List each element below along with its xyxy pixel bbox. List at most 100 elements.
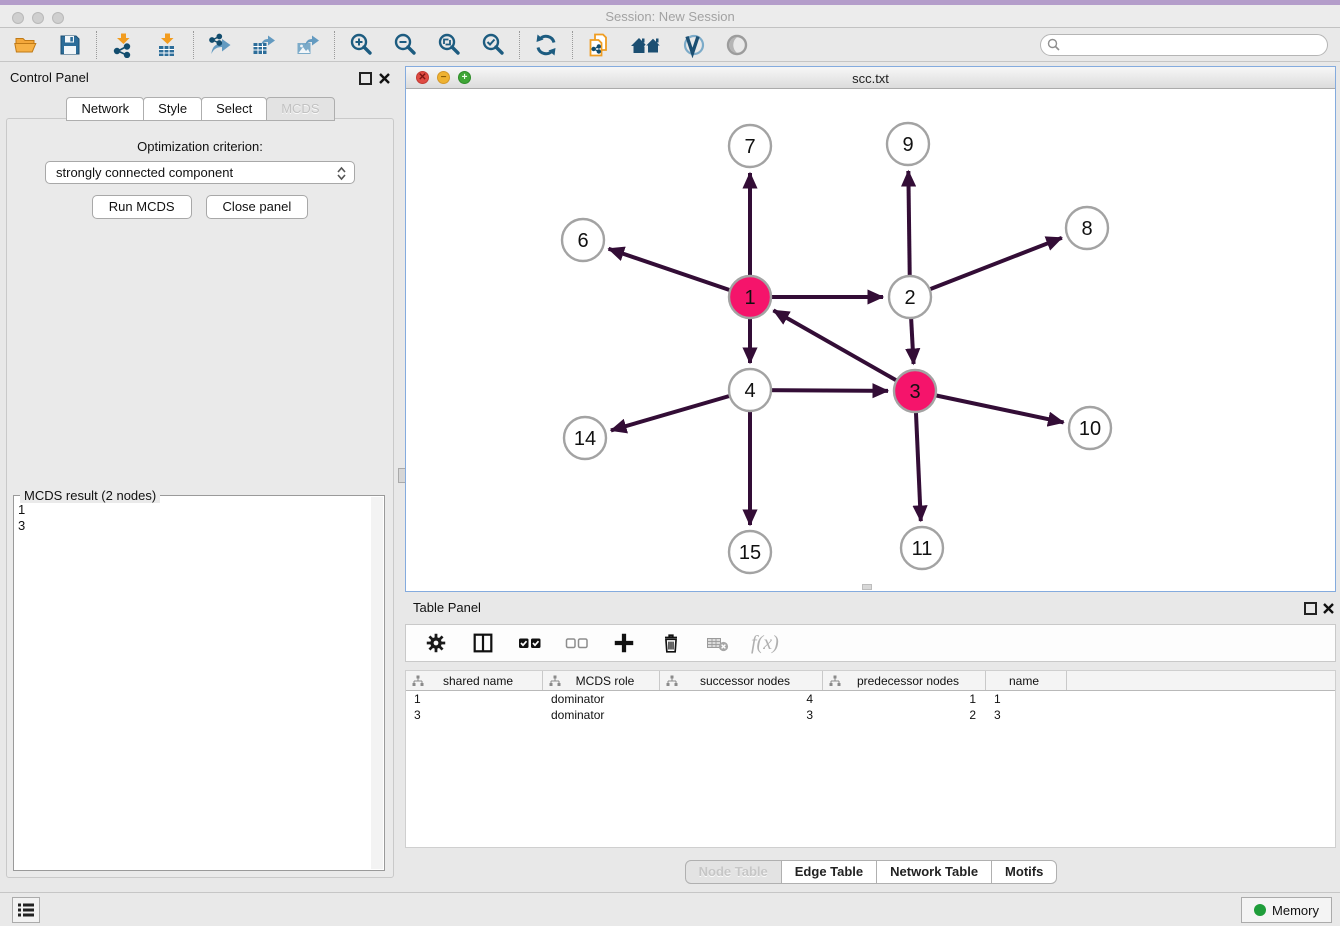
delete-column-icon[interactable] [657, 629, 685, 657]
graph-node-label-11: 11 [912, 538, 933, 560]
zoom-out-icon[interactable] [391, 31, 419, 59]
table-settings-gear-icon[interactable] [422, 629, 450, 657]
tab-mcds[interactable]: MCDS [266, 97, 334, 121]
network-window: ✕ − + scc.txt 1234678910111415 [405, 66, 1336, 592]
memory-button[interactable]: Memory [1241, 897, 1332, 923]
table-cell: 3 [986, 707, 1067, 723]
column-tree-icon [829, 675, 841, 687]
table-cell: 1 [986, 691, 1067, 707]
table-cell: 4 [660, 691, 823, 707]
zoom-in-icon[interactable] [347, 31, 375, 59]
toolbar-separator [519, 31, 520, 59]
first-neighbors-icon[interactable] [629, 31, 663, 59]
table-panel-float-icon[interactable] [1304, 602, 1317, 615]
graph-node-label-15: 15 [739, 542, 761, 564]
mcds-result-text[interactable]: 13 [18, 502, 25, 534]
vizmapper-icon[interactable] [679, 31, 707, 59]
table-cell: dominator [543, 691, 660, 707]
column-header-label: predecessor nodes [841, 674, 985, 688]
tab-network-table[interactable]: Network Table [876, 860, 992, 884]
column-header-predecessor-nodes[interactable]: predecessor nodes [823, 671, 986, 690]
search-icon [1047, 38, 1061, 52]
table-cell: 1 [823, 691, 986, 707]
tab-node-table[interactable]: Node Table [685, 860, 782, 884]
column-header-mcds-role[interactable]: MCDS role [543, 671, 660, 690]
tab-style[interactable]: Style [143, 97, 202, 121]
titlebar-accent [0, 0, 1340, 5]
apply-layout-icon[interactable] [532, 31, 560, 59]
network-canvas[interactable]: 1234678910111415 [406, 89, 1335, 591]
show-hide-icon[interactable] [723, 31, 751, 59]
column-tree-icon [666, 675, 678, 687]
table-row[interactable]: 3dominator323 [406, 707, 1335, 723]
network-graph[interactable]: 1234678910111415 [406, 89, 1335, 591]
edge-2-8[interactable] [910, 238, 1062, 297]
unselect-all-columns-icon[interactable] [563, 629, 591, 657]
select-stepper-icon [336, 166, 347, 181]
column-header-label: shared name [424, 674, 542, 688]
clone-network-icon[interactable] [585, 31, 613, 59]
mcds-result-line: 1 [18, 502, 25, 518]
create-column-icon[interactable] [610, 629, 638, 657]
table-panel-title: Table Panel [413, 600, 481, 615]
table-panel-close-icon[interactable] [1322, 602, 1335, 615]
table-cell: 3 [660, 707, 823, 723]
column-header-label: name [992, 674, 1066, 688]
control-panel-close-icon[interactable] [378, 72, 391, 85]
mcds-panel-body: Optimization criterion: strongly connect… [6, 118, 394, 878]
table-cell: 1 [406, 691, 543, 707]
tab-edge-table[interactable]: Edge Table [781, 860, 877, 884]
control-panel: Control Panel NetworkStyleSelectMCDS Opt… [0, 66, 400, 886]
open-session-icon[interactable] [12, 31, 40, 59]
main-toolbar [0, 28, 1340, 62]
import-table-icon[interactable] [153, 31, 181, 59]
toolbar-separator [193, 31, 194, 59]
mcds-result-scrollbar[interactable] [371, 497, 383, 869]
edge-3-1[interactable] [773, 310, 915, 391]
zoom-fit-icon[interactable] [435, 31, 463, 59]
tab-network[interactable]: Network [66, 97, 144, 121]
search-input[interactable] [1040, 34, 1328, 56]
function-builder-icon: f(x) [751, 632, 779, 655]
control-panel-title: Control Panel [10, 70, 89, 85]
export-network-icon[interactable] [206, 31, 234, 59]
save-session-icon[interactable] [56, 31, 84, 59]
edge-1-6[interactable] [609, 249, 750, 297]
graph-node-label-4: 4 [744, 380, 755, 402]
tab-motifs[interactable]: Motifs [991, 860, 1057, 884]
node-table[interactable]: shared name MCDS role successor nodes prede… [405, 670, 1336, 848]
toolbar-separator [572, 31, 573, 59]
optimization-criterion-select[interactable]: strongly connected component [45, 161, 355, 184]
close-panel-button[interactable]: Close panel [206, 195, 309, 219]
mac-titlebar: Session: New Session [0, 0, 1340, 28]
table-cell: 2 [823, 707, 986, 723]
select-all-columns-icon[interactable] [516, 629, 544, 657]
network-birdseye-grip[interactable] [862, 584, 872, 590]
column-header-shared-name[interactable]: shared name [406, 671, 543, 690]
panel-menu-button[interactable] [12, 897, 40, 923]
selected-option-label: strongly connected component [56, 165, 233, 180]
memory-label: Memory [1272, 903, 1319, 918]
network-title: scc.txt [406, 71, 1335, 86]
column-header-label: MCDS role [561, 674, 659, 688]
column-header-successor-nodes[interactable]: successor nodes [660, 671, 823, 690]
show-column-icon[interactable] [469, 629, 497, 657]
graph-node-label-9: 9 [902, 134, 913, 156]
control-panel-float-icon[interactable] [359, 72, 372, 85]
edge-3-10[interactable] [915, 391, 1064, 422]
toolbar-separator [334, 31, 335, 59]
tab-select[interactable]: Select [201, 97, 267, 121]
graph-node-label-1: 1 [744, 287, 755, 309]
table-row[interactable]: 1dominator411 [406, 691, 1335, 707]
mcds-result-title: MCDS result (2 nodes) [20, 488, 160, 503]
column-header-name[interactable]: name [986, 671, 1067, 690]
zoom-selected-icon[interactable] [479, 31, 507, 59]
column-header-label: successor nodes [678, 674, 822, 688]
export-image-icon[interactable] [294, 31, 322, 59]
column-tree-icon [412, 675, 424, 687]
export-table-icon[interactable] [250, 31, 278, 59]
graph-node-label-3: 3 [909, 381, 920, 403]
network-window-titlebar[interactable]: ✕ − + scc.txt [406, 67, 1335, 89]
run-mcds-button[interactable]: Run MCDS [92, 195, 192, 219]
import-network-icon[interactable] [109, 31, 137, 59]
